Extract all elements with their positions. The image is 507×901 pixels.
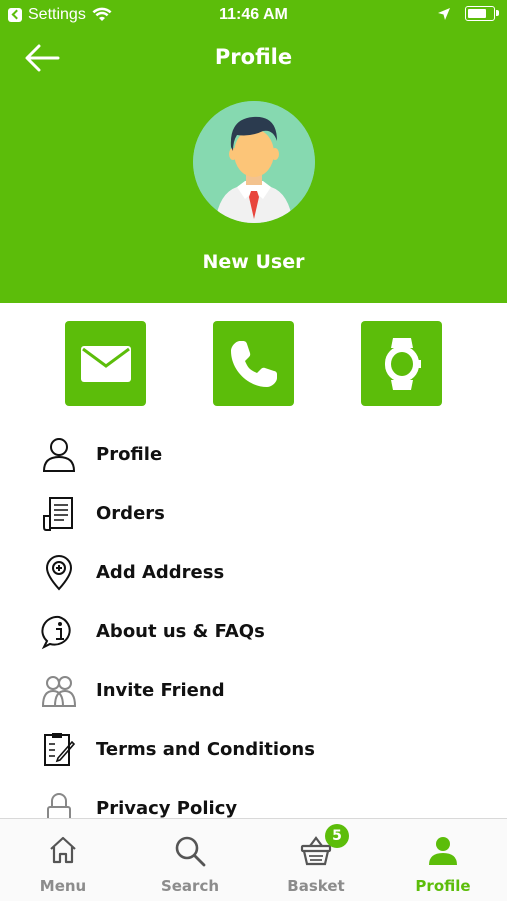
profile-icon (423, 835, 463, 871)
menu-item-label: About us & FAQs (96, 621, 265, 642)
menu-item-label: Orders (96, 503, 165, 524)
menu-item-label: Privacy Policy (96, 798, 238, 819)
menu-item-label: Invite Friend (96, 680, 225, 701)
profile-header: Settings 11:46 AM Profile New User (0, 0, 507, 303)
tab-label: Menu (39, 877, 87, 895)
menu-item-label: Terms and Conditions (96, 739, 315, 760)
phone-icon (230, 340, 277, 387)
envelope-icon (80, 345, 131, 382)
menu-item-about-faqs[interactable]: About us & FAQs (0, 602, 507, 661)
tab-label: Search (160, 877, 220, 895)
location-arrow-icon (438, 7, 450, 20)
status-bar: Settings 11:46 AM (0, 0, 507, 32)
menu-item-invite-friend[interactable]: Invite Friend (0, 661, 507, 720)
orders-icon (40, 495, 78, 533)
menu-item-label: Add Address (96, 562, 225, 583)
menu-item-label: Profile (96, 444, 163, 465)
person-icon (40, 436, 78, 474)
tab-bar: Menu Search Basket Profile (0, 818, 507, 901)
menu-item-orders[interactable]: Orders (0, 484, 507, 543)
basket-count-badge: 5 (325, 824, 349, 848)
user-avatar-icon (193, 101, 315, 223)
user-name: New User (202, 251, 305, 273)
tab-search[interactable]: Search (127, 819, 253, 901)
watch-button[interactable] (361, 321, 442, 406)
tab-menu[interactable]: Menu (0, 819, 126, 901)
location-pin-icon (40, 554, 78, 592)
tab-label: Profile (415, 877, 471, 895)
menu-item-terms[interactable]: Terms and Conditions (0, 720, 507, 779)
watch-icon (384, 337, 421, 390)
tab-profile[interactable]: Profile (380, 819, 506, 901)
avatar[interactable] (193, 101, 315, 223)
home-icon (43, 835, 83, 871)
menu-item-add-address[interactable]: Add Address (0, 543, 507, 602)
clock: 11:46 AM (219, 6, 288, 23)
tab-basket[interactable]: Basket (253, 819, 379, 901)
battery-icon (465, 6, 499, 21)
phone-button[interactable] (213, 321, 294, 406)
menu-item-profile[interactable]: Profile (0, 425, 507, 484)
page-title: Profile (214, 45, 293, 69)
email-button[interactable] (65, 321, 146, 406)
info-icon (40, 613, 78, 651)
friends-icon (40, 672, 78, 710)
tab-label: Basket (287, 877, 345, 895)
document-icon (40, 731, 78, 769)
search-icon (170, 835, 210, 871)
